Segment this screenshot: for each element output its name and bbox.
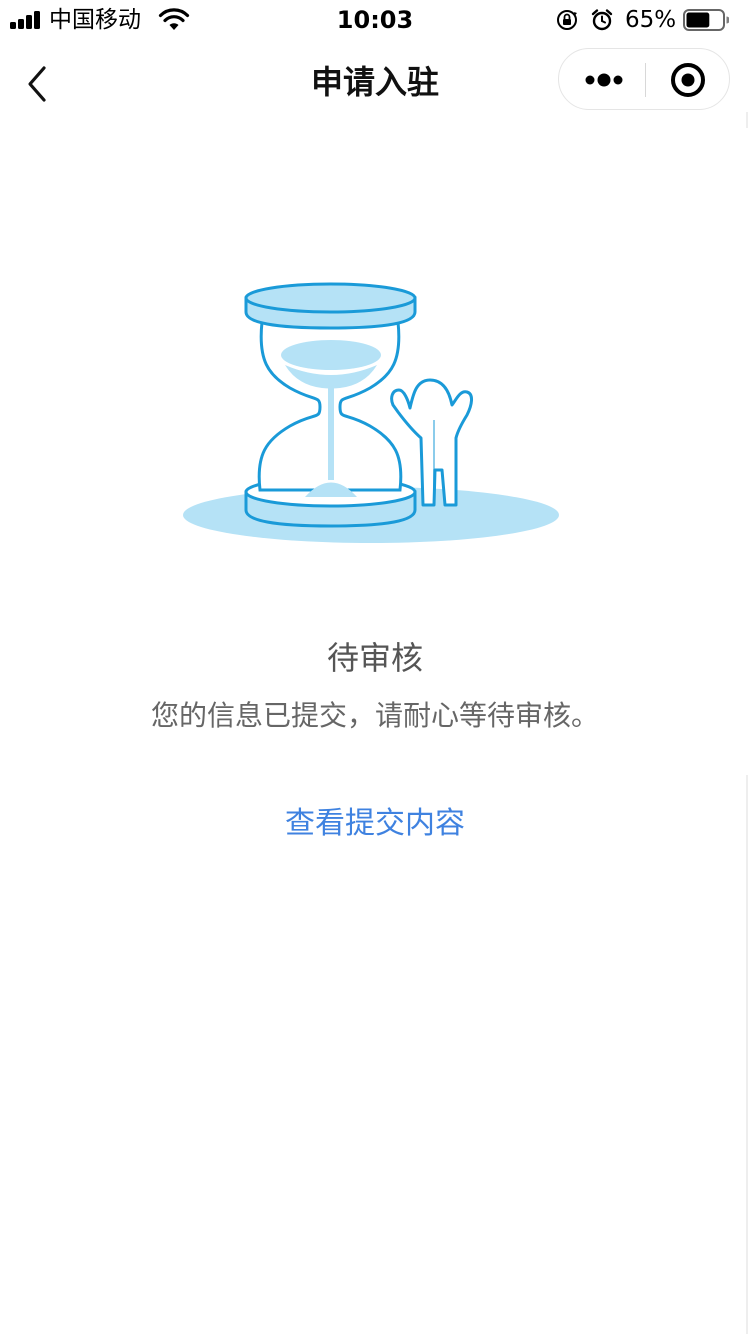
scroll-indicator bbox=[746, 775, 748, 1334]
nav-edge-line bbox=[746, 112, 748, 128]
view-submission-link[interactable]: 查看提交内容 bbox=[0, 802, 750, 846]
mini-program-capsule bbox=[558, 48, 730, 110]
more-dots-icon[interactable] bbox=[559, 49, 645, 109]
navigation-bar: 申请入驻 bbox=[0, 40, 750, 128]
review-status-title: 待审核 bbox=[326, 639, 423, 677]
target-close-icon[interactable] bbox=[646, 49, 730, 109]
battery-icon bbox=[683, 9, 729, 31]
rotation-lock-icon bbox=[557, 10, 577, 30]
battery-percent: 65% bbox=[625, 7, 677, 33]
pending-review-hourglass-illustration bbox=[183, 282, 559, 543]
review-status-description: 您的信息已提交，请耐心等待审核。 bbox=[150, 699, 599, 732]
status-bar: 中国移动 10:03 65% bbox=[0, 0, 750, 40]
alarm-icon bbox=[591, 9, 613, 31]
